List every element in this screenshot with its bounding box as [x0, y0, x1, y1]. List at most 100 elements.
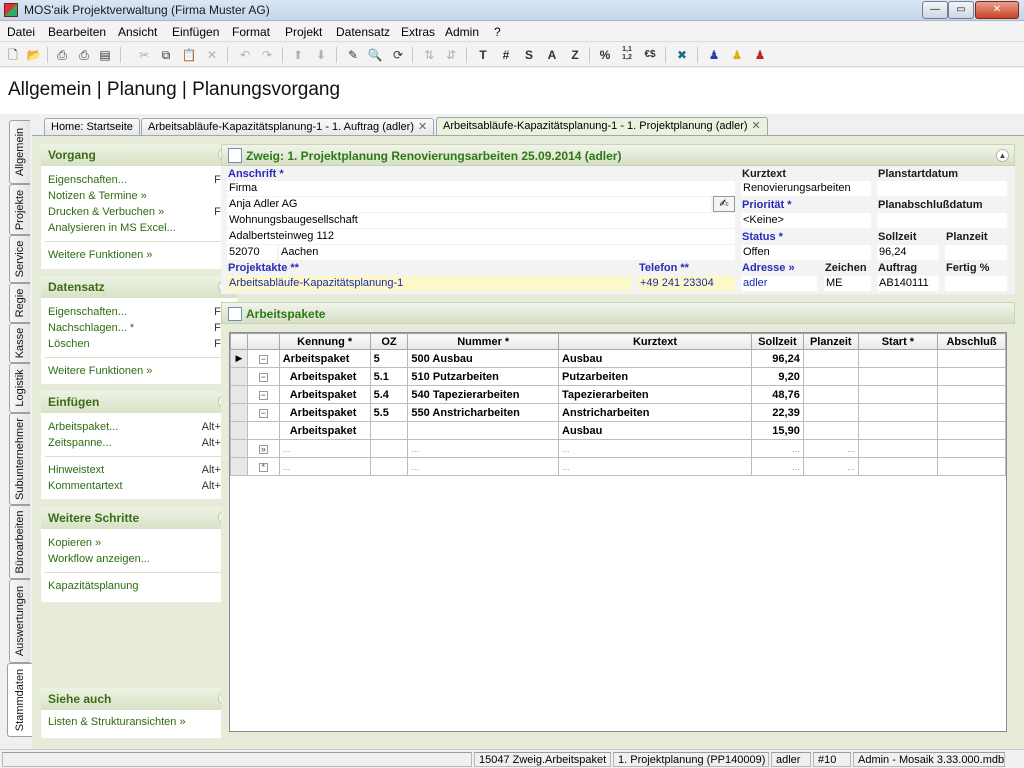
collapse-node-icon[interactable]: −	[258, 390, 268, 400]
collapse-node-icon[interactable]: −	[258, 408, 268, 418]
auftrag-field[interactable]: AB140111	[877, 276, 939, 291]
table-row[interactable]: − Arbeitspaket 5.5 550 Anstricharbeiten …	[230, 403, 1006, 422]
vtab-kasse[interactable]: Kasse	[9, 323, 30, 363]
nav-link-loeschen[interactable]: LöschenF6	[41, 336, 237, 352]
planabschlussdatum-field[interactable]	[877, 213, 1007, 228]
menu-datei[interactable]: Datei	[7, 25, 35, 39]
print-icon[interactable]: ⎙	[53, 46, 71, 64]
nav-panel-header[interactable]: Siehe auch▲	[41, 688, 237, 710]
table-row[interactable]: − Arbeitspaket 5.4 540 Tapezierarbeiten …	[230, 385, 1006, 404]
format-text-button[interactable]: T	[474, 46, 492, 64]
anschrift-line-4[interactable]: Adalbertsteinweg 112	[227, 229, 735, 244]
delete-icon[interactable]: ✕	[203, 46, 221, 64]
new-row-icon[interactable]: *	[258, 462, 268, 472]
user-red-icon[interactable]: ♟	[751, 46, 769, 64]
close-tab-icon[interactable]: ✕	[418, 121, 427, 133]
plz-field[interactable]: 52070	[227, 245, 277, 260]
zeichen-field[interactable]: ME	[824, 276, 871, 291]
collapse-node-icon[interactable]: −	[258, 354, 268, 364]
move-up-icon[interactable]: ⬆	[289, 46, 307, 64]
projektakte-field[interactable]: Arbeitsabläufe-Kapazitätsplanung-1	[227, 276, 631, 291]
nav-link-notizen-termine[interactable]: Notizen & Termine »	[41, 188, 237, 204]
status-select[interactable]: Offen	[741, 245, 871, 260]
doctab-auftrag[interactable]: Arbeitsabläufe-Kapazitätsplanung-1 - 1. …	[141, 118, 435, 136]
currency-button[interactable]: €$	[641, 46, 659, 64]
table-row-placeholder[interactable]: » ... ... ... ... ...	[230, 439, 1006, 458]
undo-icon[interactable]: ↶	[236, 46, 254, 64]
paste-icon[interactable]: 📋	[180, 46, 198, 64]
nav-link-drucken-verbuchen[interactable]: Drucken & Verbuchen »F9	[41, 204, 237, 220]
sort-descending-icon[interactable]: ⇵	[442, 46, 460, 64]
nav-link-kopieren[interactable]: Kopieren »	[41, 535, 237, 551]
kurztext-field[interactable]: Renovierungsarbeiten	[741, 181, 871, 196]
column-header[interactable]: Kennung *	[278, 333, 371, 350]
page-setup-icon[interactable]: ▤	[96, 46, 114, 64]
user-blue-icon[interactable]: ♟	[705, 46, 723, 64]
column-header[interactable]: Nummer *	[407, 333, 560, 350]
copy-icon[interactable]: ⧉	[157, 46, 175, 64]
table-row-new[interactable]: * ... ... ... ... ...	[230, 457, 1006, 476]
nav-link-weitere-funktionen[interactable]: Weitere Funktionen »	[41, 363, 237, 379]
vtab-service[interactable]: Service	[9, 235, 30, 283]
vtab-auswertungen[interactable]: Auswertungen	[9, 579, 30, 663]
user-yellow-icon[interactable]: ♟	[728, 46, 746, 64]
format-sum-button[interactable]: S	[520, 46, 538, 64]
table-row[interactable]: ▶ − Arbeitspaket 5 500 Ausbau Ausbau 96,…	[230, 349, 1006, 368]
menu-extras[interactable]: Extras	[401, 25, 435, 39]
doctab-projektplanung[interactable]: Arbeitsabläufe-Kapazitätsplanung-1 - 1. …	[436, 117, 768, 137]
expand-node-icon[interactable]: »	[258, 444, 268, 454]
nav-link-listen-strukturansichten[interactable]: Listen & Strukturansichten »	[41, 714, 237, 730]
telefon-field[interactable]: +49 241 23304	[638, 276, 735, 291]
menu-help[interactable]: ?	[494, 25, 501, 39]
vtab-stammdaten[interactable]: Stammdaten	[7, 663, 32, 737]
nav-link-workflow-anzeigen[interactable]: Workflow anzeigen...	[41, 551, 237, 567]
menu-ansicht[interactable]: Ansicht	[118, 25, 157, 39]
vtab-logistik[interactable]: Logistik	[9, 363, 30, 413]
column-header[interactable]: Start *	[857, 333, 939, 350]
column-header[interactable]: Sollzeit	[750, 333, 804, 350]
new-document-icon[interactable]: 🗋	[4, 46, 22, 64]
cut-icon[interactable]: ✂	[135, 46, 153, 64]
nav-link-analysieren-excel[interactable]: Analysieren in MS Excel...	[41, 220, 237, 236]
column-header[interactable]: Planzeit	[802, 333, 859, 350]
anschrift-line-1[interactable]: Firma	[227, 181, 735, 196]
current-row-pointer-icon[interactable]: ▶	[230, 349, 248, 368]
menu-einfuegen[interactable]: Einfügen	[172, 25, 219, 39]
table-row[interactable]: Arbeitspaket Ausbau 15,90	[230, 421, 1006, 440]
vtab-regie[interactable]: Regie	[9, 283, 30, 323]
excel-export-icon[interactable]: ✖	[673, 46, 691, 64]
maximize-button[interactable]: ▭	[948, 1, 974, 19]
format-z-button[interactable]: Z	[566, 46, 584, 64]
print-preview-icon[interactable]: ⎙	[75, 46, 93, 64]
nav-link-nachschlagen[interactable]: Nachschlagen... *F5	[41, 320, 237, 336]
menu-admin[interactable]: Admin	[445, 25, 479, 39]
nav-panel-header[interactable]: Datensatz▲	[41, 276, 237, 298]
numbering-button[interactable]: 1,1 1,2	[618, 46, 636, 64]
vtab-bueroarbeiten[interactable]: Büroarbeiten	[9, 505, 30, 579]
collapse-node-icon[interactable]: −	[258, 372, 268, 382]
anschrift-line-3[interactable]: Wohnungsbaugesellschaft	[227, 213, 735, 228]
nav-link-eigenschaften[interactable]: Eigenschaften...F8	[41, 172, 237, 188]
collapse-chevron-icon[interactable]: ▲	[996, 149, 1009, 162]
fertig-field[interactable]	[945, 276, 1007, 291]
menu-format[interactable]: Format	[232, 25, 270, 39]
minimize-button[interactable]: —	[922, 1, 948, 19]
column-header[interactable]: OZ	[369, 333, 409, 350]
nav-panel-header[interactable]: Einfügen▲	[41, 391, 237, 413]
close-tab-icon[interactable]: ✕	[752, 120, 761, 132]
close-window-button[interactable]: ✕	[975, 1, 1019, 19]
planzeit-field[interactable]	[945, 245, 1007, 260]
table-row[interactable]: − Arbeitspaket 5.1 510 Putzarbeiten Putz…	[230, 367, 1006, 386]
nav-link-kommentartext[interactable]: Kommentartext Alt+4	[41, 478, 237, 494]
refresh-icon[interactable]: ⟳	[389, 46, 407, 64]
format-a-button[interactable]: A	[543, 46, 561, 64]
column-header[interactable]: Kurztext	[558, 333, 752, 350]
nav-panel-header[interactable]: Vorgang▲	[41, 144, 237, 166]
percent-button[interactable]: %	[596, 46, 614, 64]
nav-panel-header[interactable]: Weitere Schritte▲	[41, 507, 237, 529]
column-header[interactable]: Abschluß	[937, 333, 1006, 350]
menu-datensatz[interactable]: Datensatz	[336, 25, 390, 39]
nav-link-weitere-funktionen[interactable]: Weitere Funktionen »	[41, 247, 237, 263]
menu-projekt[interactable]: Projekt	[285, 25, 322, 39]
doctab-home[interactable]: Home: Startseite	[44, 118, 140, 136]
